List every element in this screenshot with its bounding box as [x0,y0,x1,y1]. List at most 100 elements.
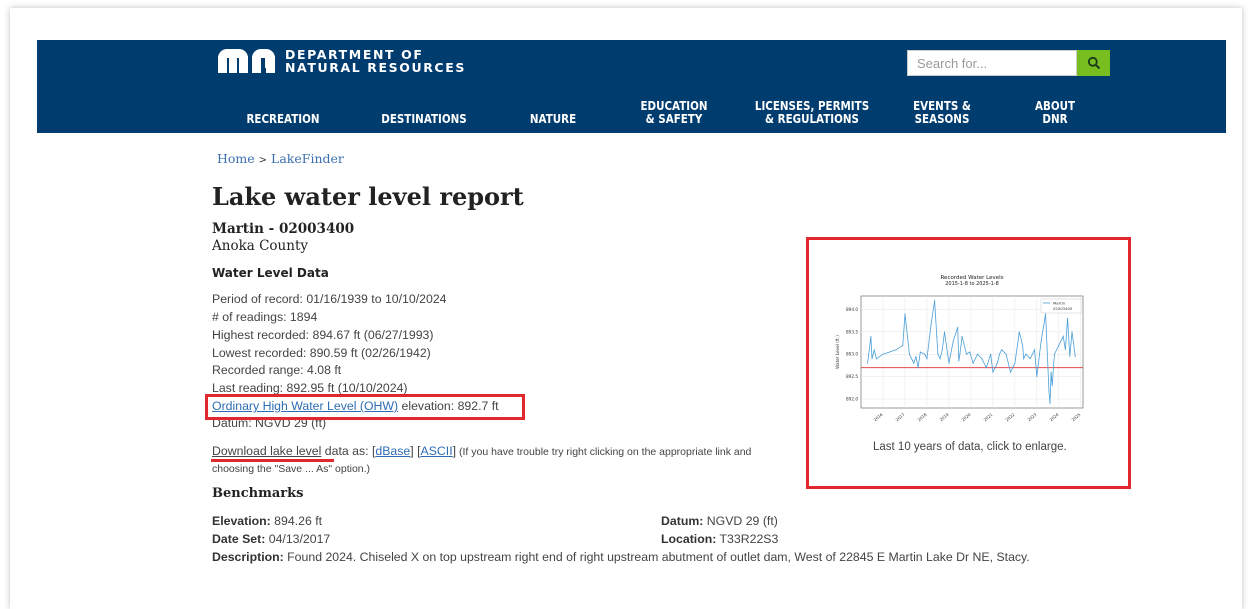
data-point [1048,389,1050,391]
nav-events-seasons[interactable]: EVENTS & SEASONS [903,100,980,125]
dnr-logo[interactable]: DEPARTMENT OF NATURAL RESOURCES [218,48,466,74]
highest-recorded: Highest recorded: 894.67 ft (06/27/1993) [212,328,434,342]
data-point [972,362,974,364]
data-point [917,367,919,369]
data-point [904,313,906,315]
y-tick-label: 892.0 [846,397,858,402]
site-search: Search for... [907,50,1110,76]
breadcrumb-lakefinder[interactable]: LakeFinder [271,151,344,166]
data-point [871,358,873,360]
nav-label: NATURE [529,112,577,126]
data-point [939,358,941,360]
data-point [966,353,968,355]
logo-wordmark: DEPARTMENT OF NATURAL RESOURCES [285,48,466,74]
nav-about-dnr[interactable]: ABOUT DNR [1025,100,1085,125]
lake-county: Anoka County [212,238,308,254]
data-point [1022,344,1024,346]
data-point [944,331,946,333]
benchmark-location-label: Location: [661,532,717,546]
nav-recreation[interactable]: RECREATION [244,113,321,126]
data-point [1009,371,1011,373]
data-point [1023,358,1025,360]
y-axis-label: Water Level (ft.) [835,335,840,369]
lake-name: Martin - 02003400 [212,221,355,237]
data-point [919,351,921,353]
benchmark-description-value: Found 2024. Chiseled X on top upstream r… [283,550,1030,564]
x-tick-label: 2020 [961,412,972,423]
nav-label-2: SEASONS [914,111,970,126]
data-point [1034,349,1036,351]
dbase-link[interactable]: dBase [375,444,410,458]
nav-label: LICENSES, PERMITS [754,99,870,113]
data-point [873,349,875,351]
data-point [1053,353,1055,355]
data-point [915,355,917,357]
x-tick-label: 2023 [1026,412,1037,423]
data-point [913,362,915,364]
data-point [958,360,960,362]
data-point [969,351,971,353]
benchmark-location-value: T33R22S3 [716,532,779,546]
data-point [1062,335,1064,337]
benchmark-date-label: Date Set: [212,532,266,546]
x-tick-label: 2019 [939,412,950,423]
period-of-record: Period of record: 01/16/1939 to 10/10/20… [212,292,447,306]
search-button[interactable] [1077,50,1110,76]
nav-label: EDUCATION [640,99,708,113]
nav-licenses-permits[interactable]: LICENSES, PERMITS & REGULATIONS [752,100,872,125]
nav-education-safety[interactable]: EDUCATION & SAFETY [631,100,717,125]
x-tick-label: 2024 [1048,412,1059,423]
data-point [957,326,959,328]
data-point [961,335,963,337]
data-point [959,353,961,355]
legend-entry: 02003400 [1053,306,1073,311]
data-point [981,358,983,360]
data-point [926,358,928,360]
benchmarks-heading: Benchmarks [212,486,304,501]
data-point [1058,344,1060,346]
water-level-chart-thumbnail[interactable]: Recorded Water Levels 2015-1-8 to 2025-1-… [831,270,1091,425]
nav-label-2: & REGULATIONS [765,111,859,126]
benchmark-elevation-label: Elevation: [212,514,271,528]
water-level-heading: Water Level Data [212,266,329,280]
ascii-link[interactable]: ASCII [421,444,453,458]
nav-label: EVENTS & [913,99,971,113]
data-point [1051,385,1053,387]
nav-label: DESTINATIONS [381,112,467,126]
legend-entry: Martin [1053,301,1066,306]
y-tick-label: 893.5 [846,329,858,334]
benchmark-elevation: Elevation: 894.26 ft [212,514,322,528]
data-point [1036,376,1038,378]
data-point [1067,317,1069,319]
data-point [870,335,872,337]
data-point [1014,362,1016,364]
breadcrumb-separator: > [258,155,268,166]
nav-nature[interactable]: NATURE [523,113,583,126]
x-tick-label: 2025 [1070,412,1081,423]
data-point [902,344,904,346]
data-point [895,349,897,351]
download-label: Download lake level [212,444,322,458]
data-point [1064,349,1066,351]
chart-subtitle: 2015-1-8 to 2025-1-8 [945,281,999,287]
nav-label: ABOUT [1034,99,1076,113]
water-level-chart[interactable]: Recorded Water Levels2015-1-8 to 2025-1-… [831,270,1091,425]
x-tick-label: 2016 [873,412,884,423]
search-input[interactable]: Search for... [907,50,1077,76]
recorded-range: Recorded range: 4.08 ft [212,363,342,377]
data-point [882,353,884,355]
data-point [1001,349,1003,351]
data-point [1045,313,1047,315]
breadcrumb-home[interactable]: Home [217,151,255,166]
data-point [1071,331,1073,333]
benchmark-datum-label: Datum: [661,514,704,528]
nav-destinations[interactable]: DESTINATIONS [381,113,467,126]
data-point [934,299,936,301]
benchmark-datum-value: NGVD 29 (ft) [703,514,778,528]
data-point [1050,371,1052,373]
chart-caption: Last 10 years of data, click to enlarge. [873,441,1067,453]
data-point [941,349,943,351]
data-point [930,322,932,324]
x-tick-label: 2018 [917,412,928,423]
data-point [889,351,891,353]
